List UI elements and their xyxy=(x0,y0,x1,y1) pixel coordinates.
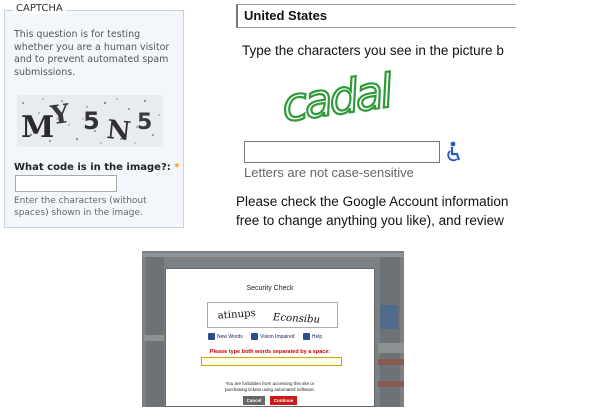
help-label: Help xyxy=(311,333,323,340)
captcha-char: 5 xyxy=(137,110,152,135)
captcha-question-label: What code is in the image?: xyxy=(14,162,171,173)
security-check-dialog: Security Check atinups Econsibu New Word… xyxy=(165,268,375,407)
instruction-text: Please type both words separated by a sp… xyxy=(209,349,331,355)
recaptcha-controls: New Words Vision Impaired Help xyxy=(208,333,329,340)
country-select[interactable]: United States xyxy=(236,4,516,28)
google-signup-panel: United States Type the characters you se… xyxy=(236,0,516,232)
captcha-help-text: Enter the characters (without spaces) sh… xyxy=(14,196,147,218)
recaptcha-word-2: Econsibu xyxy=(272,312,321,326)
captcha-question: What code is in the image?: * xyxy=(14,162,180,173)
wheelchair-icon[interactable] xyxy=(444,140,462,164)
captcha-char: M xyxy=(21,110,54,145)
cancel-button[interactable]: Cancel xyxy=(243,396,265,405)
paragraph-line: free to change anything you like), and r… xyxy=(236,213,504,228)
paragraph-line: Please check the Google Account informat… xyxy=(236,194,509,209)
ticket-security-check-panel: Security Check atinups Econsibu New Word… xyxy=(142,251,404,407)
continue-button[interactable]: Continue xyxy=(270,396,297,405)
automation-warning: You are forbidden from accessing this si… xyxy=(166,381,374,393)
new-words-button[interactable]: New Words xyxy=(208,333,243,340)
drupal-captcha-fieldset: CAPTCHA This question is for testing whe… xyxy=(4,3,184,228)
warning-line: purchasing tickets using automated softw… xyxy=(224,387,316,392)
recaptcha-answer-input[interactable] xyxy=(201,357,342,366)
captcha-image: M Y 5 N 5 xyxy=(17,95,163,147)
captcha-legend: CAPTCHA xyxy=(13,3,66,14)
captcha-char: 5 xyxy=(83,107,100,135)
captcha-char: N xyxy=(105,115,132,147)
dialog-title: Security Check xyxy=(246,285,294,292)
captcha-code-input[interactable] xyxy=(15,175,117,192)
captcha-answer-input[interactable] xyxy=(244,141,440,163)
captcha-prompt: Type the characters you see in the pictu… xyxy=(242,43,504,58)
help-icon xyxy=(302,333,310,340)
captcha-description: This question is for testing whether you… xyxy=(14,29,170,78)
help-button[interactable]: Help xyxy=(302,333,323,340)
captcha-word: cadal xyxy=(278,63,396,132)
required-mark: * xyxy=(174,162,180,173)
recaptcha-word-1: atinups xyxy=(217,308,256,322)
account-info-paragraph: Please check the Google Account informat… xyxy=(236,192,508,230)
recaptcha-image: atinups Econsibu xyxy=(207,302,338,328)
google-captcha-image: cadal xyxy=(277,62,397,132)
vision-impaired-button[interactable]: Vision Impaired xyxy=(251,333,295,340)
new-words-label: New Words xyxy=(217,333,243,340)
case-sensitivity-note: Letters are not case-sensitive xyxy=(244,165,414,180)
vision-impaired-label: Vision Impaired xyxy=(260,333,295,340)
audio-icon xyxy=(251,333,259,340)
refresh-icon xyxy=(208,333,215,340)
country-select-value: United States xyxy=(244,8,328,23)
